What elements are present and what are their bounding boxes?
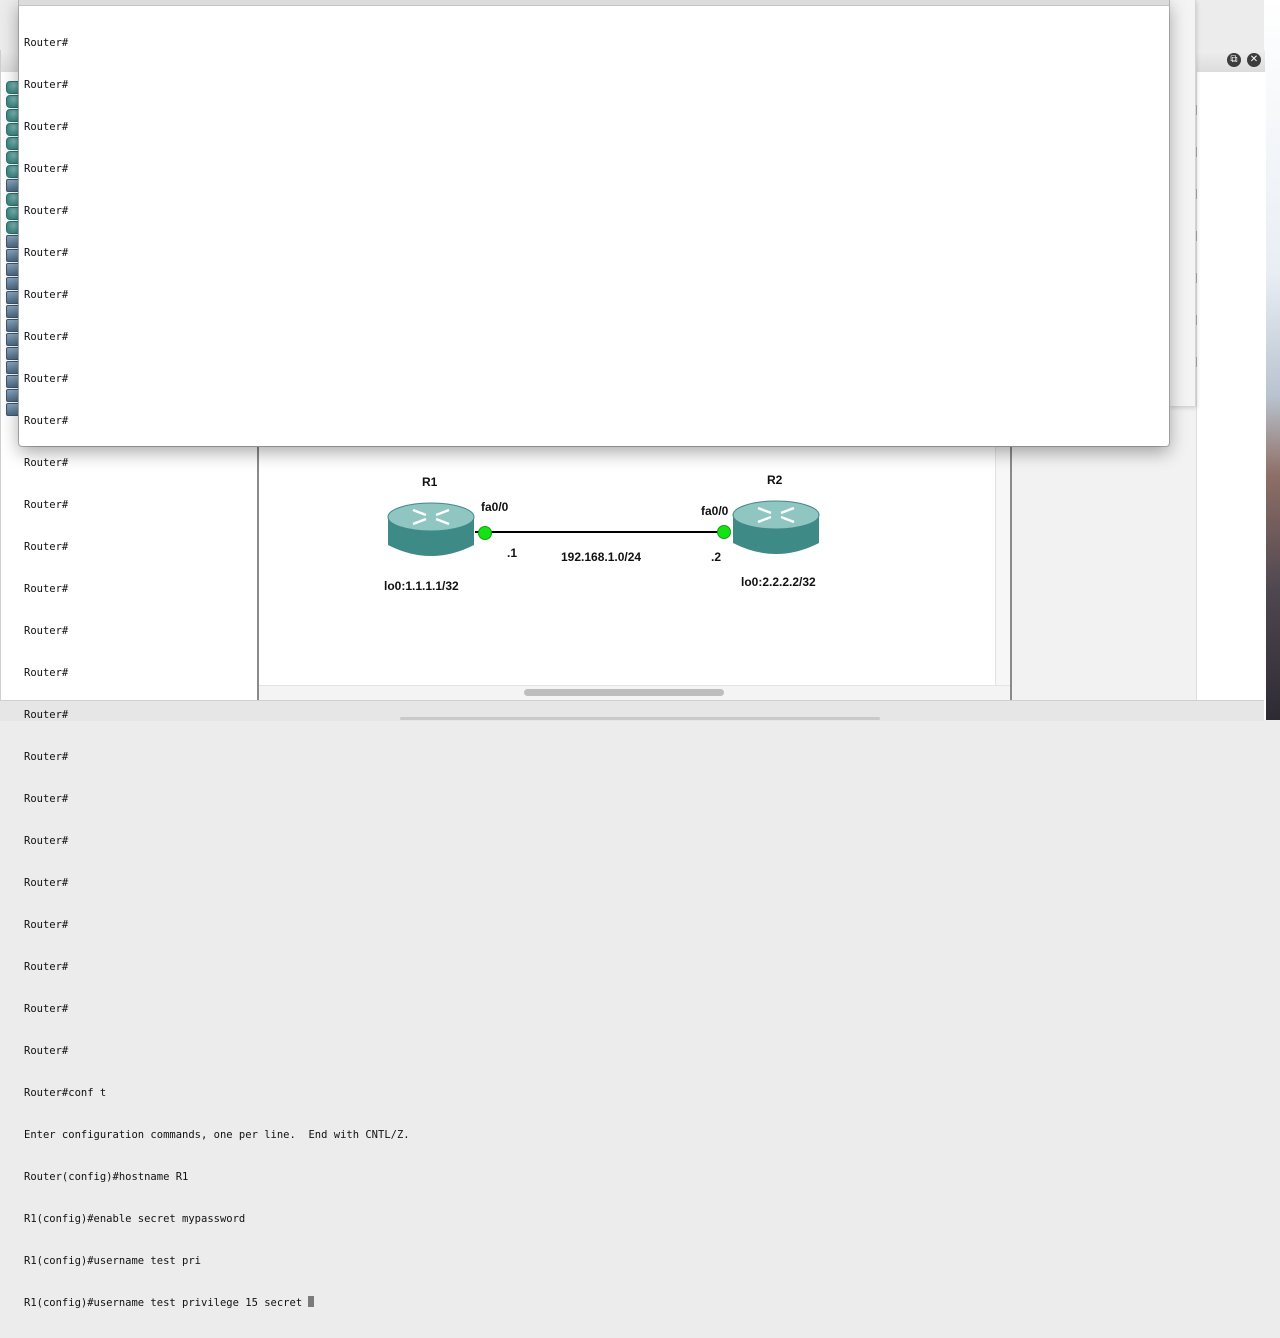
terminal-line: Router# — [24, 289, 69, 301]
r1-interface-label: fa0/0 — [481, 500, 509, 514]
router-r2-label: R2 — [767, 473, 783, 487]
terminal-line: Router# — [24, 457, 69, 469]
terminal-line: Router# — [24, 205, 69, 217]
current-command: R1(config)#username test privilege 15 se… — [24, 1297, 309, 1309]
restore-window-icon[interactable]: ⧉ — [1227, 53, 1241, 67]
r2-address-label: .2 — [711, 550, 722, 564]
desktop-wallpaper — [1264, 0, 1280, 720]
terminal-line: Router# — [24, 1045, 69, 1057]
router-r1-label: R1 — [422, 475, 438, 489]
terminal-line: Router# — [24, 1003, 69, 1015]
terminal-titlebar[interactable] — [19, 0, 1169, 6]
terminal-line: Router# — [24, 835, 69, 847]
terminal-line: Router# — [24, 961, 69, 973]
terminal-line: Router# — [24, 793, 69, 805]
terminal-prompt-line[interactable]: R1(config)#username test privilege 15 se… — [24, 1296, 410, 1310]
terminal-line: R1(config)#enable secret mypassword — [24, 1213, 246, 1225]
terminal-line: Router# — [24, 37, 69, 49]
console-terminal-window[interactable]: Router# Router# Router# Router# Router# … — [19, 0, 1169, 1309]
terminal-line: Router# — [24, 247, 69, 259]
terminal-line: Router# — [24, 331, 69, 343]
r1-port-status — [478, 526, 492, 540]
terminal-line: Router#conf t — [24, 1087, 107, 1099]
topology-summary-dock — [1193, 72, 1266, 720]
network-label: 192.168.1.0/24 — [561, 550, 642, 564]
terminal-line: Router# — [24, 667, 69, 679]
terminal-line: Router# — [24, 751, 69, 763]
r2-loopback-label: lo0:2.2.2.2/32 — [741, 575, 816, 589]
terminal-line: Router# — [24, 877, 69, 889]
terminal-line: Enter configuration commands, one per li… — [24, 1129, 410, 1141]
terminal-line: Router# — [24, 121, 69, 133]
terminal-line: Router# — [24, 499, 69, 511]
terminal-output[interactable]: Router# Router# Router# Router# Router# … — [24, 8, 410, 1338]
terminal-line: Router# — [24, 541, 69, 553]
link-r1-r2[interactable] — [475, 531, 725, 533]
close-window-icon[interactable]: ✕ — [1247, 53, 1261, 67]
text-cursor — [308, 1296, 315, 1307]
terminal-line: Router(config)#hostname R1 — [24, 1171, 189, 1183]
terminal-line: R1(config)#username test pri — [24, 1255, 202, 1267]
terminal-line: Router# — [24, 625, 69, 637]
r2-interface-label: fa0/0 — [701, 504, 729, 518]
terminal-line: Router# — [24, 583, 69, 595]
background-console-window — [1169, 0, 1196, 406]
terminal-line: Router# — [24, 919, 69, 931]
horizontal-scroll-thumb[interactable] — [524, 689, 724, 696]
r2-port-status — [717, 525, 731, 539]
terminal-line: Router# — [24, 415, 69, 427]
terminal-line: Router# — [24, 163, 69, 175]
terminal-line: Router# — [24, 373, 69, 385]
router-r2-icon[interactable] — [731, 499, 821, 559]
terminal-line: Router# — [24, 79, 69, 91]
r1-address-label: .1 — [507, 546, 518, 560]
